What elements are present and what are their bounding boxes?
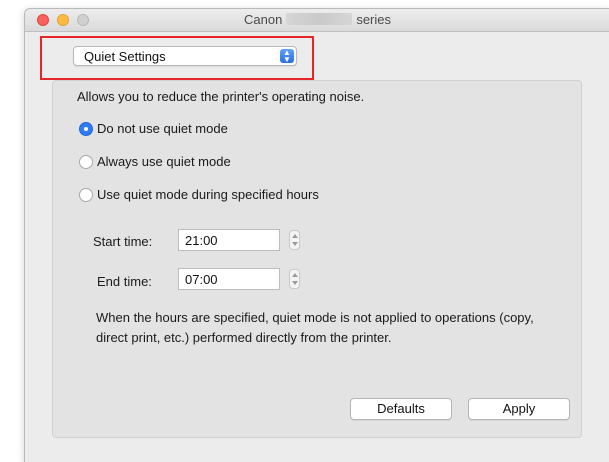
settings-popup-button[interactable]: Quiet Settings ▲ ▼: [73, 46, 297, 66]
radio-always-use-quiet-mode[interactable]: [79, 155, 93, 169]
start-time-field[interactable]: 21:00: [178, 229, 280, 251]
panel-description: Allows you to reduce the printer's opera…: [77, 89, 365, 104]
start-time-label: Start time:: [93, 234, 153, 249]
end-time-stepper[interactable]: [289, 269, 300, 289]
window-title-prefix: Canon: [244, 12, 283, 27]
end-time-label: End time:: [97, 274, 152, 289]
radio-do-not-use-quiet-mode[interactable]: [79, 122, 93, 136]
radio-label-specified-hours[interactable]: Use quiet mode during specified hours: [97, 187, 319, 202]
start-time-stepper[interactable]: [289, 230, 300, 250]
defaults-button[interactable]: Defaults: [350, 398, 452, 420]
specified-hours-note: When the hours are specified, quiet mode…: [96, 310, 534, 345]
radio-label-do-not-use[interactable]: Do not use quiet mode: [97, 121, 228, 136]
radio-label-always-use[interactable]: Always use quiet mode: [97, 154, 231, 169]
window-title-suffix: series: [356, 12, 391, 27]
redacted-model-name: [286, 13, 353, 25]
radio-use-quiet-mode-specified-hours[interactable]: [79, 188, 93, 202]
title-bar[interactable]: Canon series: [25, 9, 609, 32]
popup-arrows-icon: ▲ ▼: [280, 49, 294, 64]
apply-button[interactable]: Apply: [468, 398, 570, 420]
end-time-field[interactable]: 07:00: [178, 268, 280, 290]
settings-popup-label: Quiet Settings: [84, 49, 166, 64]
window-title: Canon series: [25, 12, 609, 27]
